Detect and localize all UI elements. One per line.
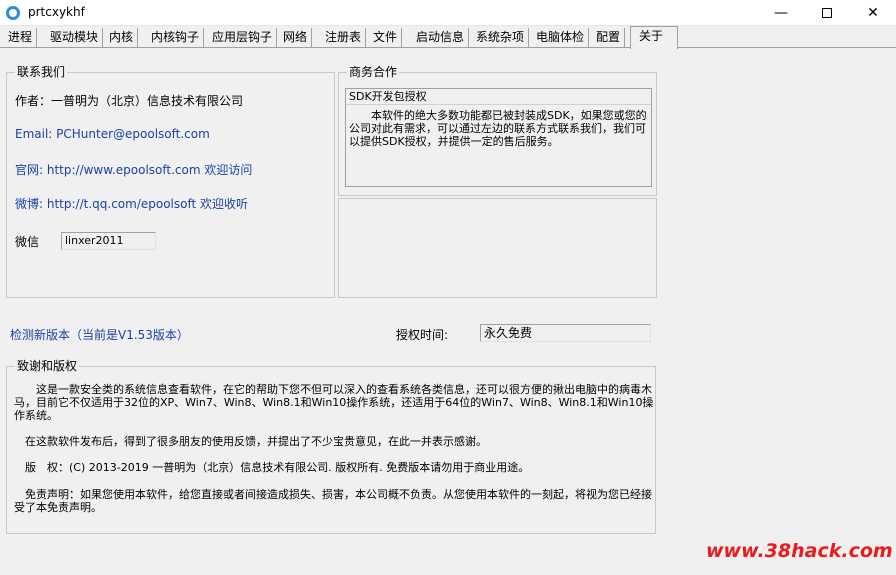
- credits-copyright: 版 权：(C) 2013-2019 一普明为（北京）信息技术有限公司. 版权所有…: [25, 461, 530, 474]
- tab-bar: 进程 驱动模块 内核 内核钩子 应用层钩子 网络 注册表 文件 启动信息 系统杂…: [0, 26, 896, 49]
- tab-network[interactable]: 网络: [279, 28, 313, 48]
- sdk-description: 本软件的绝大多数功能都已被封装成SDK，如果您或您的公司对此有需求，可以通过左边…: [349, 109, 647, 148]
- app-icon: [6, 6, 20, 20]
- email-link[interactable]: Email: PCHunter@epoolsoft.com: [15, 127, 210, 141]
- website-link[interactable]: 官网: http://www.epoolsoft.com 欢迎访问: [15, 161, 252, 178]
- tab-driver-modules[interactable]: 驱动模块: [46, 28, 104, 48]
- weibo-link[interactable]: 微博: http://t.qq.com/epoolsoft 欢迎收听: [15, 195, 248, 212]
- credits-intro: 这是一款安全类的系统信息查看软件，在它的帮助下您不但可以深入的查看系统各类信息，…: [14, 383, 654, 422]
- license-label: 授权时间:: [396, 328, 449, 342]
- maximize-icon: [822, 8, 832, 18]
- credits-disclaimer: 免责声明：如果您使用本软件，给您直接或者间接造成损失、损害，本公司概不负责。从您…: [14, 488, 652, 514]
- tab-registry[interactable]: 注册表: [321, 28, 367, 48]
- author-text: 作者：一普明为（北京）信息技术有限公司: [15, 94, 244, 108]
- credits-group-title: 致谢和版权: [15, 359, 80, 373]
- close-button[interactable]: ✕: [850, 0, 896, 26]
- sdk-title: SDK开发包授权: [346, 89, 651, 105]
- minimize-button[interactable]: —: [758, 0, 804, 26]
- tab-kernel[interactable]: 内核: [105, 28, 139, 48]
- tab-app-hooks[interactable]: 应用层钩子: [208, 28, 278, 48]
- wechat-label: 微信: [15, 235, 40, 249]
- window-title: prtcxykhf: [28, 5, 85, 19]
- tab-startup[interactable]: 启动信息: [412, 28, 470, 48]
- contact-group-title: 联系我们: [15, 65, 68, 79]
- tab-about[interactable]: 关于: [630, 26, 678, 49]
- credits-thanks: 在这款软件发布后，得到了很多朋友的使用反馈，并提出了不少宝贵意见，在此一并表示感…: [25, 435, 487, 448]
- business-lower-panel: [338, 198, 657, 298]
- tab-config[interactable]: 配置: [592, 28, 626, 48]
- license-field[interactable]: 永久免费: [480, 324, 651, 342]
- business-group-title: 商务合作: [347, 65, 400, 79]
- title-bar: prtcxykhf — ✕: [0, 0, 896, 26]
- maximize-button[interactable]: [804, 0, 850, 26]
- watermark-text: www.38hack.com: [706, 540, 893, 562]
- tab-process[interactable]: 进程: [4, 28, 38, 48]
- tab-files[interactable]: 文件: [369, 28, 403, 48]
- wechat-field[interactable]: linxer2011: [61, 232, 156, 250]
- check-update-link[interactable]: 检测新版本（当前是V1.53版本）: [10, 326, 189, 343]
- tab-kernel-hooks[interactable]: 内核钩子: [147, 28, 205, 48]
- tab-system-misc[interactable]: 系统杂项: [472, 28, 530, 48]
- tab-health-check[interactable]: 电脑体检: [532, 28, 590, 48]
- sdk-textbox[interactable]: SDK开发包授权 本软件的绝大多数功能都已被封装成SDK，如果您或您的公司对此有…: [345, 88, 652, 187]
